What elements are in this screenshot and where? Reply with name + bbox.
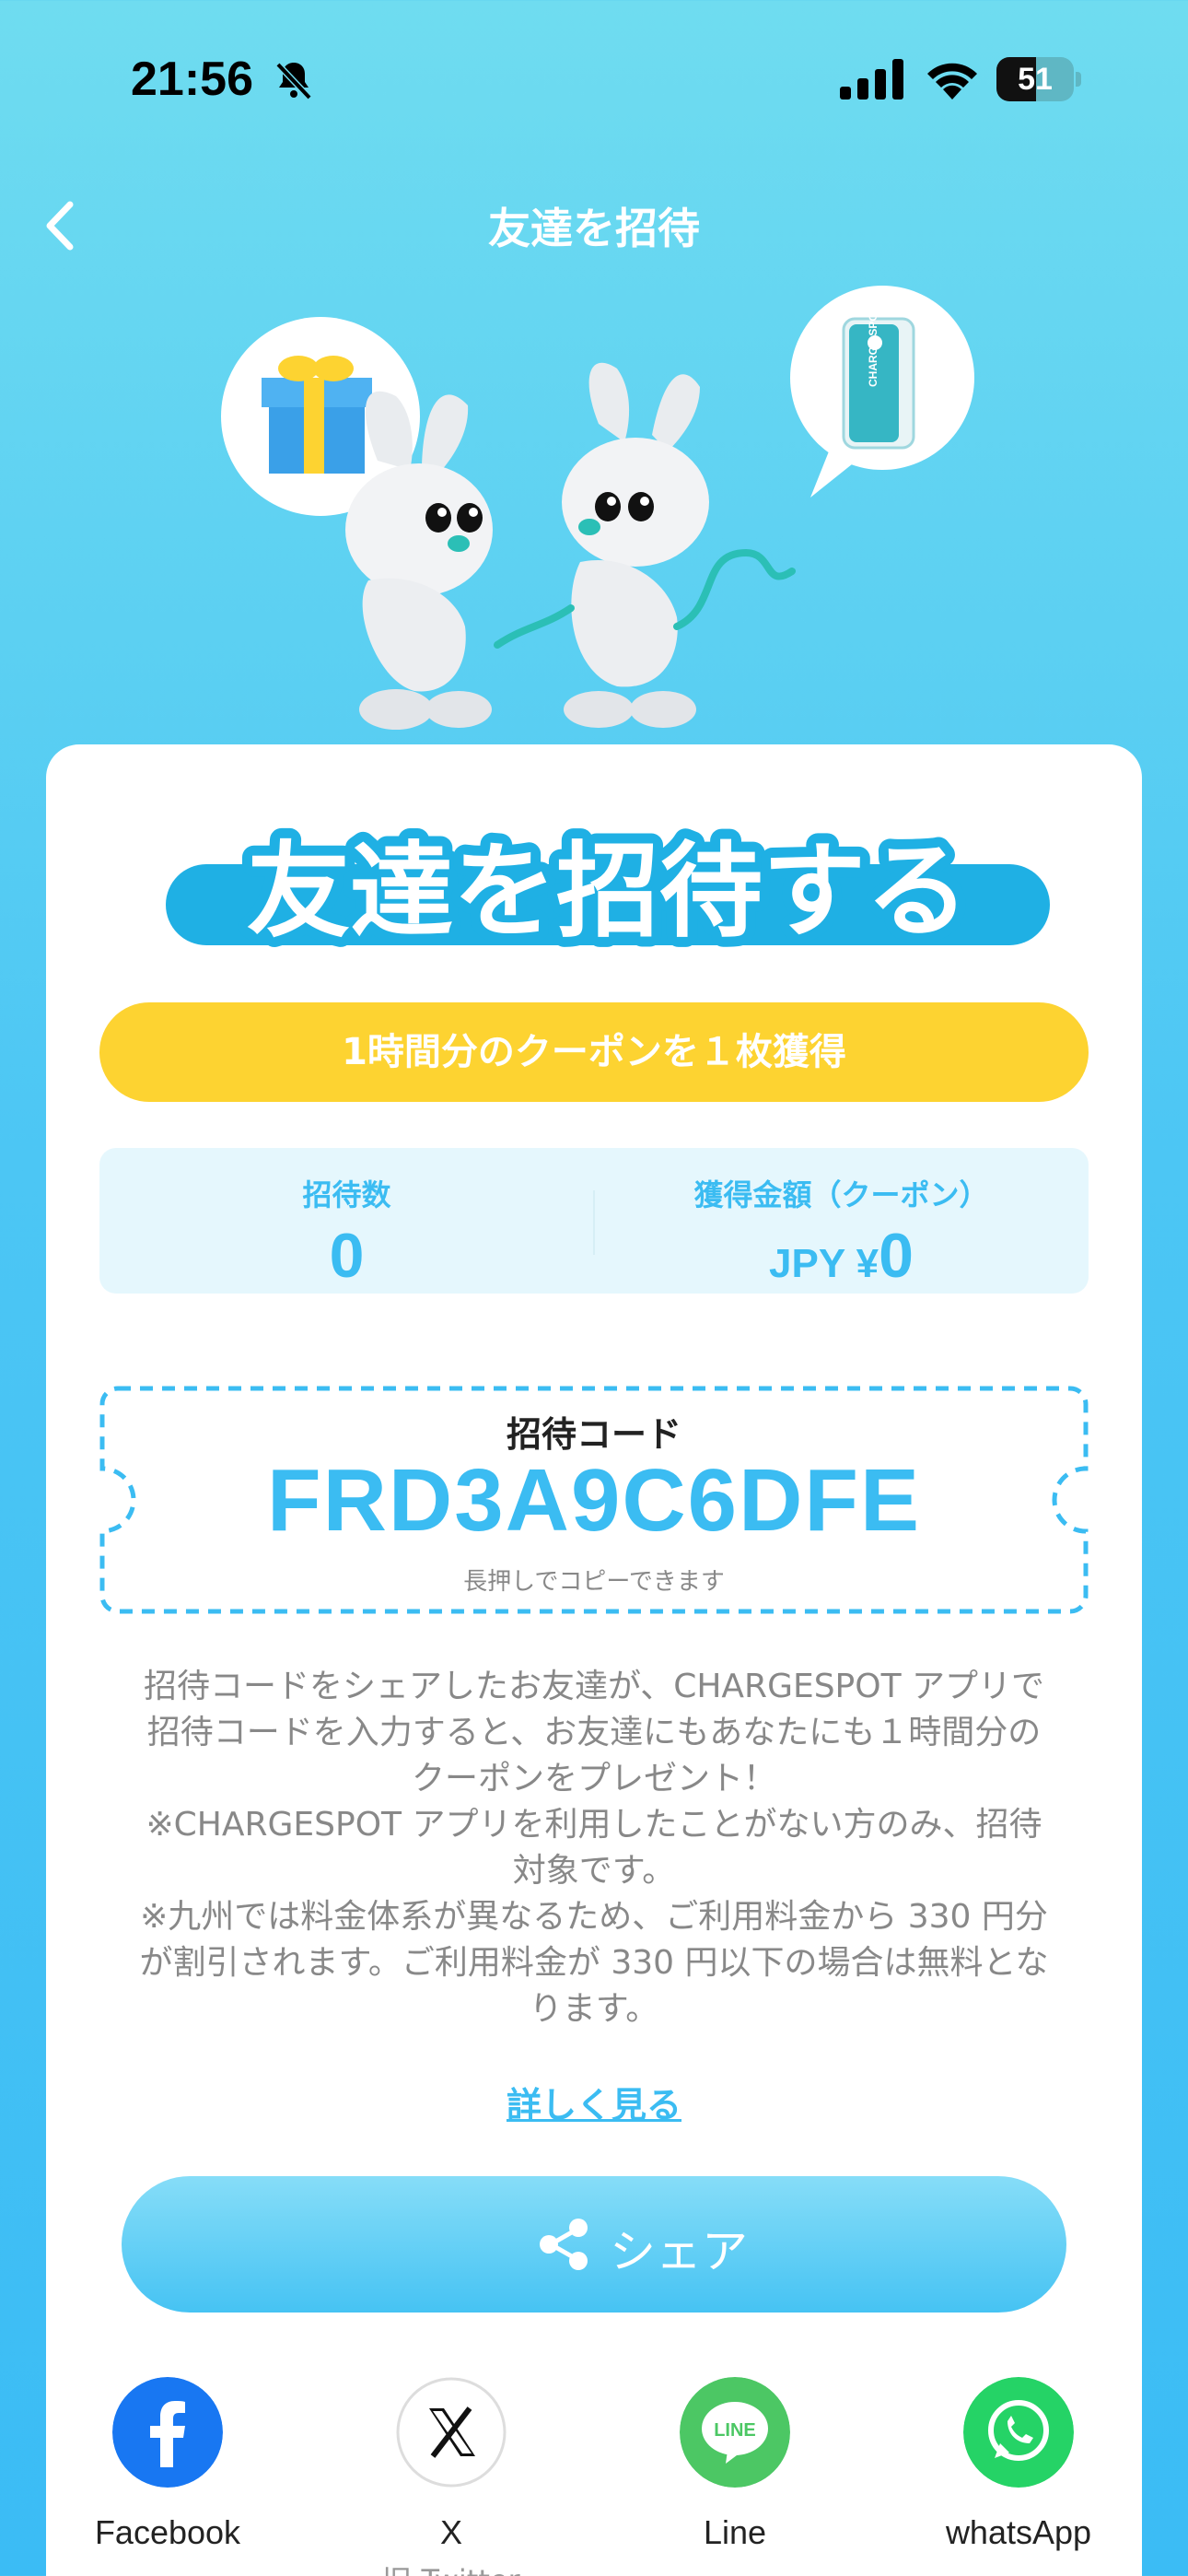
- share-facebook[interactable]: Facebook: [76, 2377, 260, 2576]
- invite-description: 招待コードをシェアしたお友達が、CHARGESPOT アプリで 招待コードを入力…: [92, 1664, 1096, 2032]
- headline-graphic: 友達を招待する: [166, 822, 1050, 962]
- x-sublabel: 旧 Twitter: [359, 2558, 543, 2576]
- invites-label: 招待数: [302, 1177, 391, 1212]
- whatsapp-label: whatsApp: [945, 2513, 1092, 2551]
- description-line: ※CHARGESPOT アプリを利用したことがない方のみ、招待: [146, 1806, 1042, 1844]
- description-line: ります。: [529, 1990, 659, 2028]
- description-line: ※九州では料金体系が異なるため、ご利用料金から 330 円分: [140, 1898, 1048, 1936]
- bell-slash-icon: [275, 62, 312, 100]
- description-line: クーポンをプレゼント！: [411, 1760, 776, 1797]
- facebook-icon: [112, 2377, 223, 2488]
- share-icon: [540, 2219, 588, 2270]
- description-line: 招待コードを入力すると、お友達にもあなたにも１時間分の: [146, 1714, 1042, 1751]
- whatsapp-icon: [963, 2377, 1074, 2488]
- invite-code-label: 招待コード: [506, 1414, 681, 1455]
- description-line: 招待コードをシェアしたお友達が、CHARGESPOT アプリで: [143, 1668, 1045, 1705]
- share-x[interactable]: X 旧 Twitter: [359, 2377, 543, 2576]
- wifi-icon: [927, 63, 977, 100]
- invite-card: 友達を招待する 1時間分のクーポンを１枚獲得 招待数 0 獲得金額（クーポン） …: [46, 744, 1142, 2576]
- invite-code-value[interactable]: FRD3A9C6DFE: [99, 1450, 1089, 1551]
- invite-code-box[interactable]: 招待コード FRD3A9C6DFE 長押しでコピーできます: [99, 1386, 1089, 1614]
- battery-level: 51: [1018, 62, 1053, 97]
- status-bar: 21:56 51: [0, 0, 1188, 157]
- mascot-illustration: CHARGE SPOT: [221, 286, 974, 730]
- copy-hint: 長押しでコピーできます: [463, 1568, 725, 1596]
- stats-panel: 招待数 0 獲得金額（クーポン） JPY ¥0: [99, 1148, 1089, 1294]
- powerbank-bubble-icon: CHARGE SPOT: [790, 286, 974, 498]
- cellular-signal-icon: [840, 59, 903, 100]
- share-label: シェア: [610, 2225, 748, 2278]
- earned-value: 0: [879, 1221, 914, 1291]
- share-line[interactable]: LINE Line: [643, 2377, 827, 2576]
- earned-value-wrap: JPY ¥0: [594, 1224, 1089, 1296]
- svg-text:LINE: LINE: [714, 2420, 756, 2441]
- earned-stat: 獲得金額（クーポン） JPY ¥0: [594, 1148, 1089, 1294]
- status-time: 21:56: [131, 53, 253, 106]
- invites-stat: 招待数 0: [99, 1148, 594, 1294]
- facebook-label: Facebook: [94, 2513, 241, 2551]
- share-whatsapp[interactable]: whatsApp: [926, 2377, 1111, 2576]
- earned-prefix: JPY ¥: [769, 1241, 879, 1286]
- share-button[interactable]: シェア: [122, 2176, 1066, 2313]
- x-label: X: [439, 2513, 462, 2551]
- invites-value: 0: [329, 1221, 365, 1291]
- x-icon: [396, 2377, 507, 2488]
- battery-icon: 51: [996, 57, 1081, 101]
- line-icon: LINE: [680, 2377, 790, 2488]
- description-line: が割引されます。ご利用料金が 330 円以下の場合は無料とな: [139, 1944, 1049, 1982]
- details-link[interactable]: 詳しく見る: [46, 2077, 1142, 2127]
- powerbank-label: CHARGE SPOT: [867, 305, 879, 387]
- headline-text: 友達を招待する: [247, 832, 969, 952]
- reward-pill: 1時間分のクーポンを１枚獲得: [99, 1002, 1089, 1102]
- right-rabbit-mascot: [494, 362, 796, 728]
- description-line: 対象です。: [512, 1852, 676, 1890]
- page-title: 友達を招待: [488, 204, 700, 253]
- line-label: Line: [703, 2513, 767, 2551]
- earned-label: 獲得金額（クーポン）: [693, 1177, 989, 1212]
